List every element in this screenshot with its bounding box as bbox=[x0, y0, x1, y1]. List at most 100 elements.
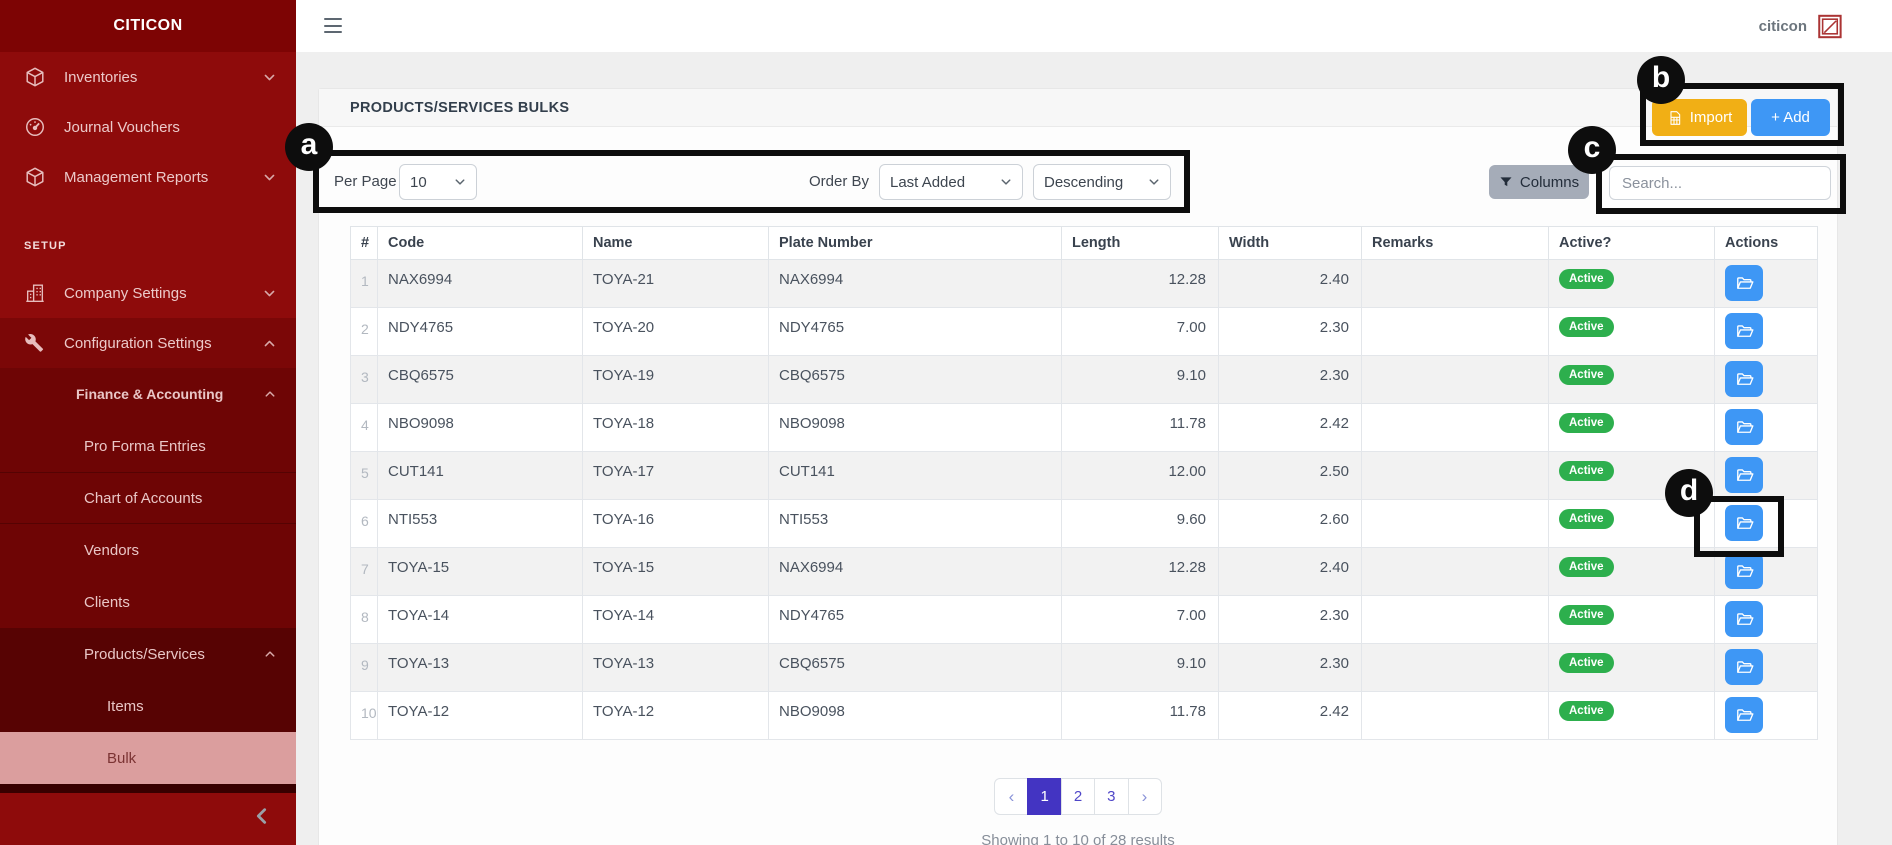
cell-plate-number: NTI553 bbox=[768, 499, 1062, 548]
cell-width: 2.42 bbox=[1218, 403, 1362, 452]
order-direction-select[interactable]: Descending bbox=[1033, 164, 1171, 200]
sidebar-item-clients[interactable]: Clients bbox=[0, 576, 296, 628]
sidebar-item-items[interactable]: Items bbox=[0, 680, 296, 732]
chevron-up-icon bbox=[264, 340, 275, 346]
status-badge: Active bbox=[1559, 605, 1614, 625]
hamburger-menu-icon[interactable] bbox=[324, 18, 342, 33]
open-record-button[interactable] bbox=[1725, 409, 1763, 445]
sidebar-item-finance-accounting[interactable]: Finance & Accounting bbox=[0, 368, 296, 420]
cell-length: 12.28 bbox=[1061, 547, 1219, 596]
chevron-down-icon bbox=[264, 290, 275, 296]
status-badge: Active bbox=[1559, 701, 1614, 721]
cell-code: NAX6994 bbox=[377, 259, 583, 308]
user-menu[interactable]: citicon bbox=[1759, 18, 1807, 35]
cell-length: 9.10 bbox=[1061, 643, 1219, 692]
col-header-actions: Actions bbox=[1714, 226, 1818, 260]
cell-width: 2.40 bbox=[1218, 259, 1362, 308]
gauge-icon bbox=[25, 117, 45, 137]
open-record-button[interactable] bbox=[1725, 505, 1763, 541]
cell-width: 2.30 bbox=[1218, 355, 1362, 404]
open-record-button[interactable] bbox=[1725, 313, 1763, 349]
open-record-button[interactable] bbox=[1725, 457, 1763, 493]
cell-remarks bbox=[1361, 595, 1549, 644]
results-summary: Showing 1 to 10 of 28 results bbox=[981, 832, 1175, 845]
col-header-length: Length bbox=[1061, 226, 1219, 260]
table-row: 6 NTI553 TOYA-16 NTI553 9.60 2.60 Active bbox=[350, 499, 1818, 548]
cube-icon bbox=[26, 67, 44, 87]
cell-remarks bbox=[1361, 355, 1549, 404]
sidebar-footer bbox=[0, 793, 296, 841]
products-services-bulks-card: PRODUCTS/SERVICES BULKS Import + Add Per… bbox=[318, 88, 1838, 845]
sidebar-item-chart-of-accounts[interactable]: Chart of Accounts bbox=[0, 472, 296, 524]
chevron-down-icon bbox=[264, 74, 275, 80]
table-row: 3 CBQ6575 TOYA-19 CBQ6575 9.10 2.30 Acti… bbox=[350, 355, 1818, 404]
sidebar-item-journal-vouchers[interactable]: Journal Vouchers bbox=[0, 102, 296, 152]
sidebar-item-vendors[interactable]: Vendors bbox=[0, 524, 296, 576]
cell-name: TOYA-21 bbox=[582, 259, 769, 308]
open-record-button[interactable] bbox=[1725, 265, 1763, 301]
collapse-sidebar-icon[interactable] bbox=[253, 807, 270, 824]
table-row: 7 TOYA-15 TOYA-15 NAX6994 12.28 2.40 Act… bbox=[350, 547, 1818, 596]
cell-plate-number: CUT141 bbox=[768, 451, 1062, 500]
pagination-prev[interactable]: ‹ bbox=[994, 778, 1029, 815]
table-row: 8 TOYA-14 TOYA-14 NDY4765 7.00 2.30 Acti… bbox=[350, 595, 1818, 644]
cell-remarks bbox=[1361, 499, 1549, 548]
order-by-select[interactable]: Last Added bbox=[879, 164, 1023, 200]
building-icon bbox=[25, 284, 45, 302]
open-record-button[interactable] bbox=[1725, 553, 1763, 589]
cell-length: 7.00 bbox=[1061, 307, 1219, 356]
columns-button[interactable]: Columns bbox=[1489, 165, 1589, 199]
row-number: 1 bbox=[350, 259, 378, 308]
cell-remarks bbox=[1361, 643, 1549, 692]
cell-length: 12.28 bbox=[1061, 259, 1219, 308]
pagination: ‹ 1 2 3 › bbox=[319, 778, 1837, 815]
cell-code: NBO9098 bbox=[377, 403, 583, 452]
open-record-button[interactable] bbox=[1725, 361, 1763, 397]
pagination-next[interactable]: › bbox=[1127, 778, 1162, 815]
row-number: 6 bbox=[350, 499, 378, 548]
add-button[interactable]: + Add bbox=[1751, 99, 1830, 136]
chevron-down-icon bbox=[1149, 179, 1159, 185]
sidebar-item-label: Journal Vouchers bbox=[64, 118, 180, 136]
per-page-select[interactable]: 10 bbox=[399, 164, 477, 200]
cell-width: 2.42 bbox=[1218, 691, 1362, 740]
open-record-button[interactable] bbox=[1725, 697, 1763, 733]
sidebar-item-configuration-settings[interactable]: Configuration Settings bbox=[0, 318, 296, 368]
status-badge: Active bbox=[1559, 509, 1614, 529]
cell-name: TOYA-17 bbox=[582, 451, 769, 500]
row-number: 7 bbox=[350, 547, 378, 596]
open-record-button[interactable] bbox=[1725, 601, 1763, 637]
pagination-page-1[interactable]: 1 bbox=[1027, 778, 1062, 815]
sidebar-item-inventories[interactable]: Inventories bbox=[0, 52, 296, 102]
folder-open-icon bbox=[1736, 516, 1753, 529]
cell-name: TOYA-13 bbox=[582, 643, 769, 692]
sidebar-item-pro-forma-entries[interactable]: Pro Forma Entries bbox=[0, 420, 296, 472]
folder-open-icon bbox=[1736, 324, 1753, 337]
filter-funnel-icon bbox=[1500, 177, 1512, 187]
col-header-plate: Plate Number bbox=[768, 226, 1062, 260]
cell-width: 2.30 bbox=[1218, 307, 1362, 356]
pagination-page-2[interactable]: 2 bbox=[1060, 778, 1096, 815]
table-row: 9 TOYA-13 TOYA-13 CBQ6575 9.10 2.30 Acti… bbox=[350, 643, 1818, 692]
bulks-table: # Code Name Plate Number Length Width Re… bbox=[350, 226, 1818, 740]
col-header-name: Name bbox=[582, 226, 769, 260]
cell-plate-number: NAX6994 bbox=[768, 259, 1062, 308]
brand-logo: CITICON bbox=[0, 0, 296, 52]
pagination-page-3[interactable]: 3 bbox=[1094, 778, 1129, 815]
col-header-remarks: Remarks bbox=[1361, 226, 1549, 260]
sidebar-item-bulk[interactable]: Bulk bbox=[0, 732, 296, 784]
search-input[interactable] bbox=[1609, 166, 1831, 200]
sidebar-item-management-reports[interactable]: Management Reports bbox=[0, 152, 296, 202]
sidebar-item-label: Inventories bbox=[64, 68, 138, 86]
cell-length: 11.78 bbox=[1061, 403, 1219, 452]
status-badge: Active bbox=[1559, 461, 1614, 481]
open-record-button[interactable] bbox=[1725, 649, 1763, 685]
row-number: 2 bbox=[350, 307, 378, 356]
cell-length: 9.10 bbox=[1061, 355, 1219, 404]
status-badge: Active bbox=[1559, 365, 1614, 385]
sidebar-item-company-settings[interactable]: Company Settings bbox=[0, 268, 296, 318]
cell-code: TOYA-12 bbox=[377, 691, 583, 740]
sidebar-item-products-services[interactable]: Products/Services bbox=[0, 628, 296, 680]
import-button[interactable]: Import bbox=[1652, 99, 1747, 136]
file-spreadsheet-icon bbox=[1670, 110, 1680, 125]
